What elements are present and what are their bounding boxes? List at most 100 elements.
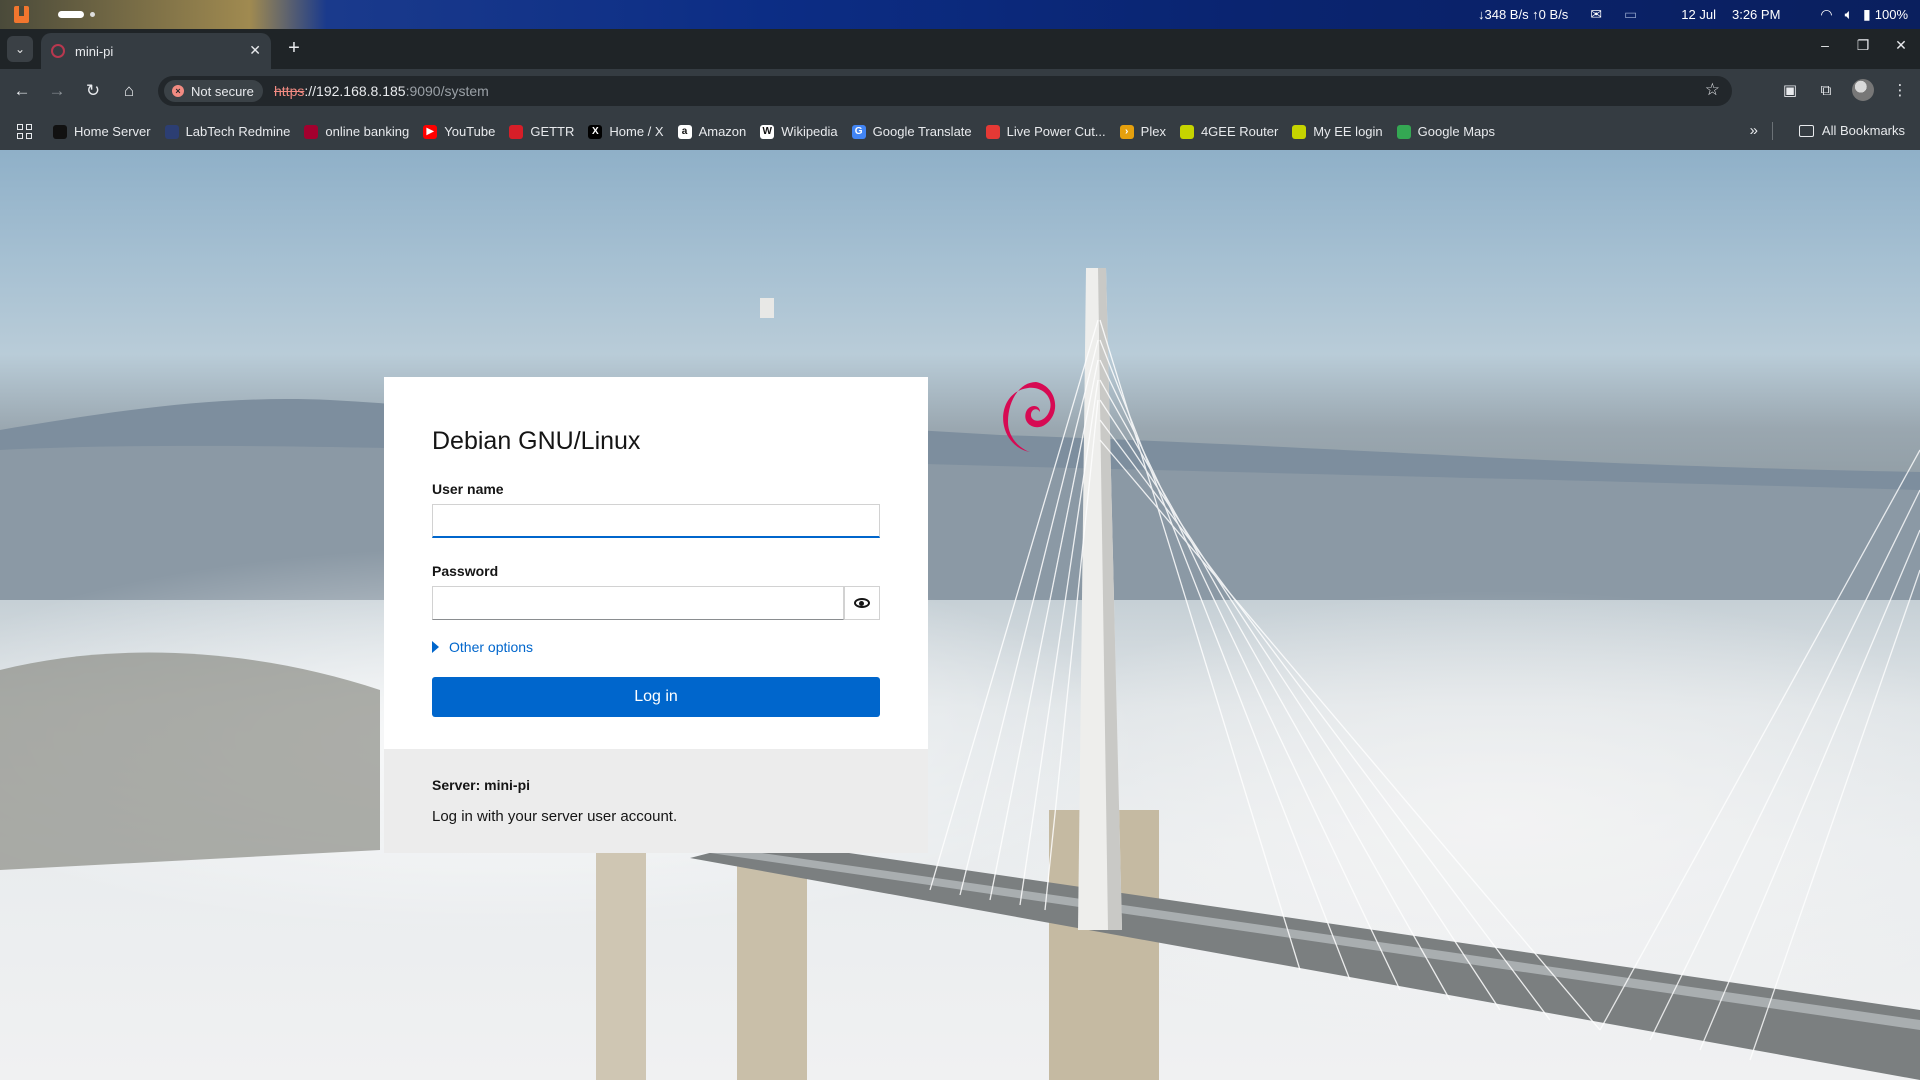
folder-icon	[1798, 124, 1814, 137]
battery-level: 100%	[1874, 7, 1908, 22]
bookmark-label: Live Power Cut...	[1006, 124, 1106, 139]
new-tab-button[interactable]: +	[282, 37, 306, 60]
extensions-icon[interactable]: ⧉	[1816, 82, 1836, 99]
restore-icon[interactable]: ❐	[1854, 37, 1872, 54]
reload-icon[interactable]: ↻	[81, 79, 105, 103]
url-text[interactable]: https://192.168.8.185:9090/system	[274, 83, 489, 99]
workspace-indicator-active[interactable]	[58, 11, 84, 18]
login-card: Debian GNU/Linux User name Password Othe…	[384, 377, 928, 853]
bookmark-favicon-icon: X	[588, 124, 603, 139]
all-bookmarks-button[interactable]: All Bookmarks	[1798, 123, 1905, 138]
menu-kebab-icon[interactable]: ⋮	[1890, 81, 1910, 99]
bookmark-item[interactable]: My EE login	[1292, 124, 1383, 139]
bridge-illustration	[0, 268, 1920, 1080]
workspace-indicator[interactable]	[90, 12, 95, 17]
launcher-icon[interactable]	[14, 6, 29, 23]
bookmark-favicon-icon	[1396, 124, 1411, 139]
url-host: ://192.168.8.185	[304, 83, 406, 99]
profile-avatar[interactable]	[1852, 79, 1874, 101]
username-label: User name	[432, 481, 504, 497]
password-label: Password	[432, 563, 499, 579]
bookmark-favicon-icon: a	[677, 124, 692, 139]
date[interactable]: 12 Jul	[1681, 7, 1716, 22]
login-hint: Log in with your server user account.	[432, 808, 678, 825]
close-window-icon[interactable]: ✕	[1892, 37, 1910, 54]
bookmark-label: Home / X	[609, 124, 664, 139]
bookmark-label: Google Maps	[1417, 124, 1495, 139]
security-chip-label: Not secure	[191, 83, 254, 99]
bookmark-favicon-icon: G	[851, 124, 866, 139]
password-field[interactable]	[432, 586, 844, 620]
bookmark-item[interactable]: a Amazon	[677, 124, 747, 139]
bookmark-label: Home Server	[74, 124, 151, 139]
bookmark-label: Wikipedia	[781, 124, 838, 139]
tab-mini-pi[interactable]: mini-pi ✕	[41, 33, 271, 69]
tab-strip: ⌄ mini-pi ✕ + – ❐ ✕	[0, 29, 1920, 69]
bookmark-item[interactable]: LabTech Redmine	[164, 124, 290, 139]
apps-grid-icon[interactable]	[17, 123, 33, 140]
close-tab-icon[interactable]: ✕	[249, 42, 261, 59]
bookmark-item[interactable]: Home Server	[53, 124, 151, 139]
cast-icon[interactable]: ▣	[1780, 81, 1800, 99]
home-icon[interactable]: ⌂	[117, 79, 141, 103]
bookmark-label: online banking	[325, 124, 410, 139]
bookmark-item[interactable]: GETTR	[509, 124, 574, 139]
address-bar[interactable]: × Not secure https://192.168.8.185:9090/…	[158, 76, 1732, 106]
bookmark-favicon-icon: ▶	[423, 124, 438, 139]
bookmarks-divider	[1772, 122, 1773, 140]
bookmark-item[interactable]: ▶ YouTube	[423, 124, 495, 139]
bookmark-favicon-icon	[53, 124, 67, 139]
bookmark-item[interactable]: › Plex	[1119, 124, 1166, 139]
wifi-icon[interactable]: ◠	[1820, 6, 1832, 23]
caret-right-icon	[432, 641, 439, 653]
eye-icon	[854, 598, 870, 608]
bookmark-favicon-icon: W	[760, 124, 775, 139]
login-page-background: Debian GNU/Linux User name Password Othe…	[0, 150, 1920, 1080]
bookmark-label: GETTR	[530, 124, 575, 139]
browser-toolbar: ← → ↻ ⌂ × Not secure https://192.168.8.1…	[0, 69, 1920, 113]
bookmark-label: Amazon	[698, 124, 747, 139]
bookmark-favicon-icon	[985, 124, 1000, 139]
url-path: :9090/system	[405, 83, 489, 99]
show-password-button[interactable]	[844, 586, 880, 620]
bookmark-label: 4GEE Router	[1200, 124, 1279, 139]
login-footer: Server: mini-pi Log in with your server …	[384, 749, 928, 853]
security-chip[interactable]: × Not secure	[164, 80, 263, 102]
back-icon[interactable]: ←	[10, 79, 34, 103]
bookmark-item[interactable]: G Google Translate	[851, 124, 972, 139]
server-name: Server: mini-pi	[432, 777, 531, 793]
forward-icon[interactable]: →	[45, 79, 69, 103]
network-speed: ↓348 B/s ↑0 B/s	[1477, 7, 1569, 22]
more-bookmarks-icon[interactable]: »	[1750, 122, 1758, 139]
bookmark-item[interactable]: Live Power Cut...	[985, 124, 1106, 139]
bookmark-item[interactable]: online banking	[304, 124, 409, 139]
brand-title: Debian GNU/Linux	[432, 427, 641, 455]
bookmark-star-icon[interactable]: ☆	[1705, 80, 1720, 100]
tab-search-button[interactable]: ⌄	[7, 36, 33, 62]
not-secure-icon: ×	[172, 85, 184, 97]
bookmark-label: YouTube	[444, 124, 496, 139]
username-field[interactable]	[432, 504, 880, 538]
bookmark-item[interactable]: 4GEE Router	[1179, 124, 1279, 139]
url-scheme: https	[274, 83, 305, 99]
bookmark-label: Plex	[1140, 124, 1166, 139]
battery-icon[interactable]: ▮	[1863, 6, 1871, 23]
all-bookmarks-label: All Bookmarks	[1821, 123, 1905, 138]
bookmark-favicon-icon: ›	[1119, 124, 1134, 139]
login-button[interactable]: Log in	[432, 677, 880, 717]
debian-swirl-logo	[1003, 382, 1056, 452]
bookmarks-bar: Home Server LabTech Redmine online banking…	[0, 113, 1920, 150]
bookmark-favicon-icon	[1292, 124, 1307, 139]
bookmark-item[interactable]: X Home / X	[588, 124, 664, 139]
bookmark-item[interactable]: W Wikipedia	[760, 124, 838, 139]
bookmark-label: My EE login	[1313, 124, 1383, 139]
clipboard-icon[interactable]: ▭	[1624, 6, 1637, 23]
other-options-toggle[interactable]: Other options	[432, 639, 533, 655]
minimize-icon[interactable]: –	[1816, 37, 1834, 54]
mail-icon[interactable]: ✉	[1590, 6, 1602, 23]
bookmark-item[interactable]: Google Maps	[1396, 124, 1495, 139]
volume-icon[interactable]: 🔈︎	[1845, 6, 1853, 23]
system-top-bar: ↓348 B/s ↑0 B/s ✉ ▭ 12 Jul 3:26 PM ◠ 🔈︎ …	[0, 0, 1920, 29]
clock[interactable]: 3:26 PM	[1732, 7, 1780, 22]
tab-title: mini-pi	[75, 43, 114, 59]
